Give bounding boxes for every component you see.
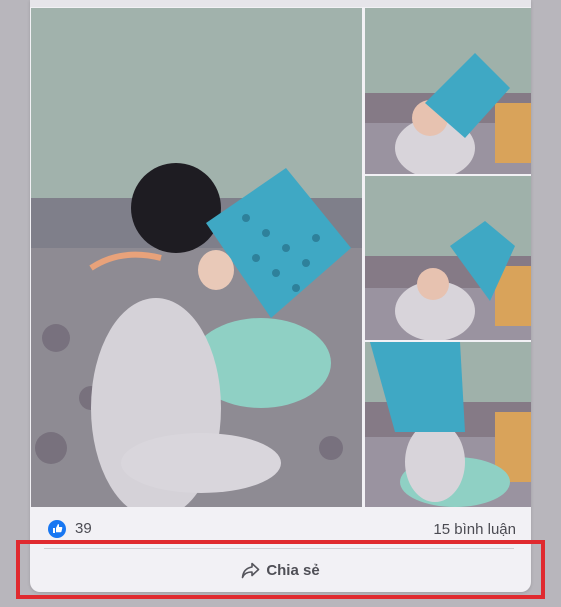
like-count[interactable]: 39 — [75, 520, 92, 537]
comment-count-link[interactable]: 15 bình luận — [433, 521, 516, 538]
highlight-box — [16, 540, 545, 599]
card-top-strip — [30, 0, 531, 7]
post-card: 39 15 bình luận Chia sẻ — [30, 0, 531, 592]
photo-main-image — [31, 8, 362, 507]
post-photo-main[interactable] — [31, 8, 362, 507]
post-photo-thumb-2[interactable] — [365, 176, 531, 340]
photo-thumb-1-image — [365, 8, 531, 174]
photo-thumb-2-image — [365, 176, 531, 340]
photo-thumb-3-image — [365, 342, 531, 507]
post-photo-thumb-3[interactable] — [365, 342, 531, 507]
thumbs-up-icon[interactable] — [48, 520, 66, 538]
page: 39 15 bình luận Chia sẻ — [0, 0, 561, 607]
post-photo-thumb-1[interactable] — [365, 8, 531, 174]
